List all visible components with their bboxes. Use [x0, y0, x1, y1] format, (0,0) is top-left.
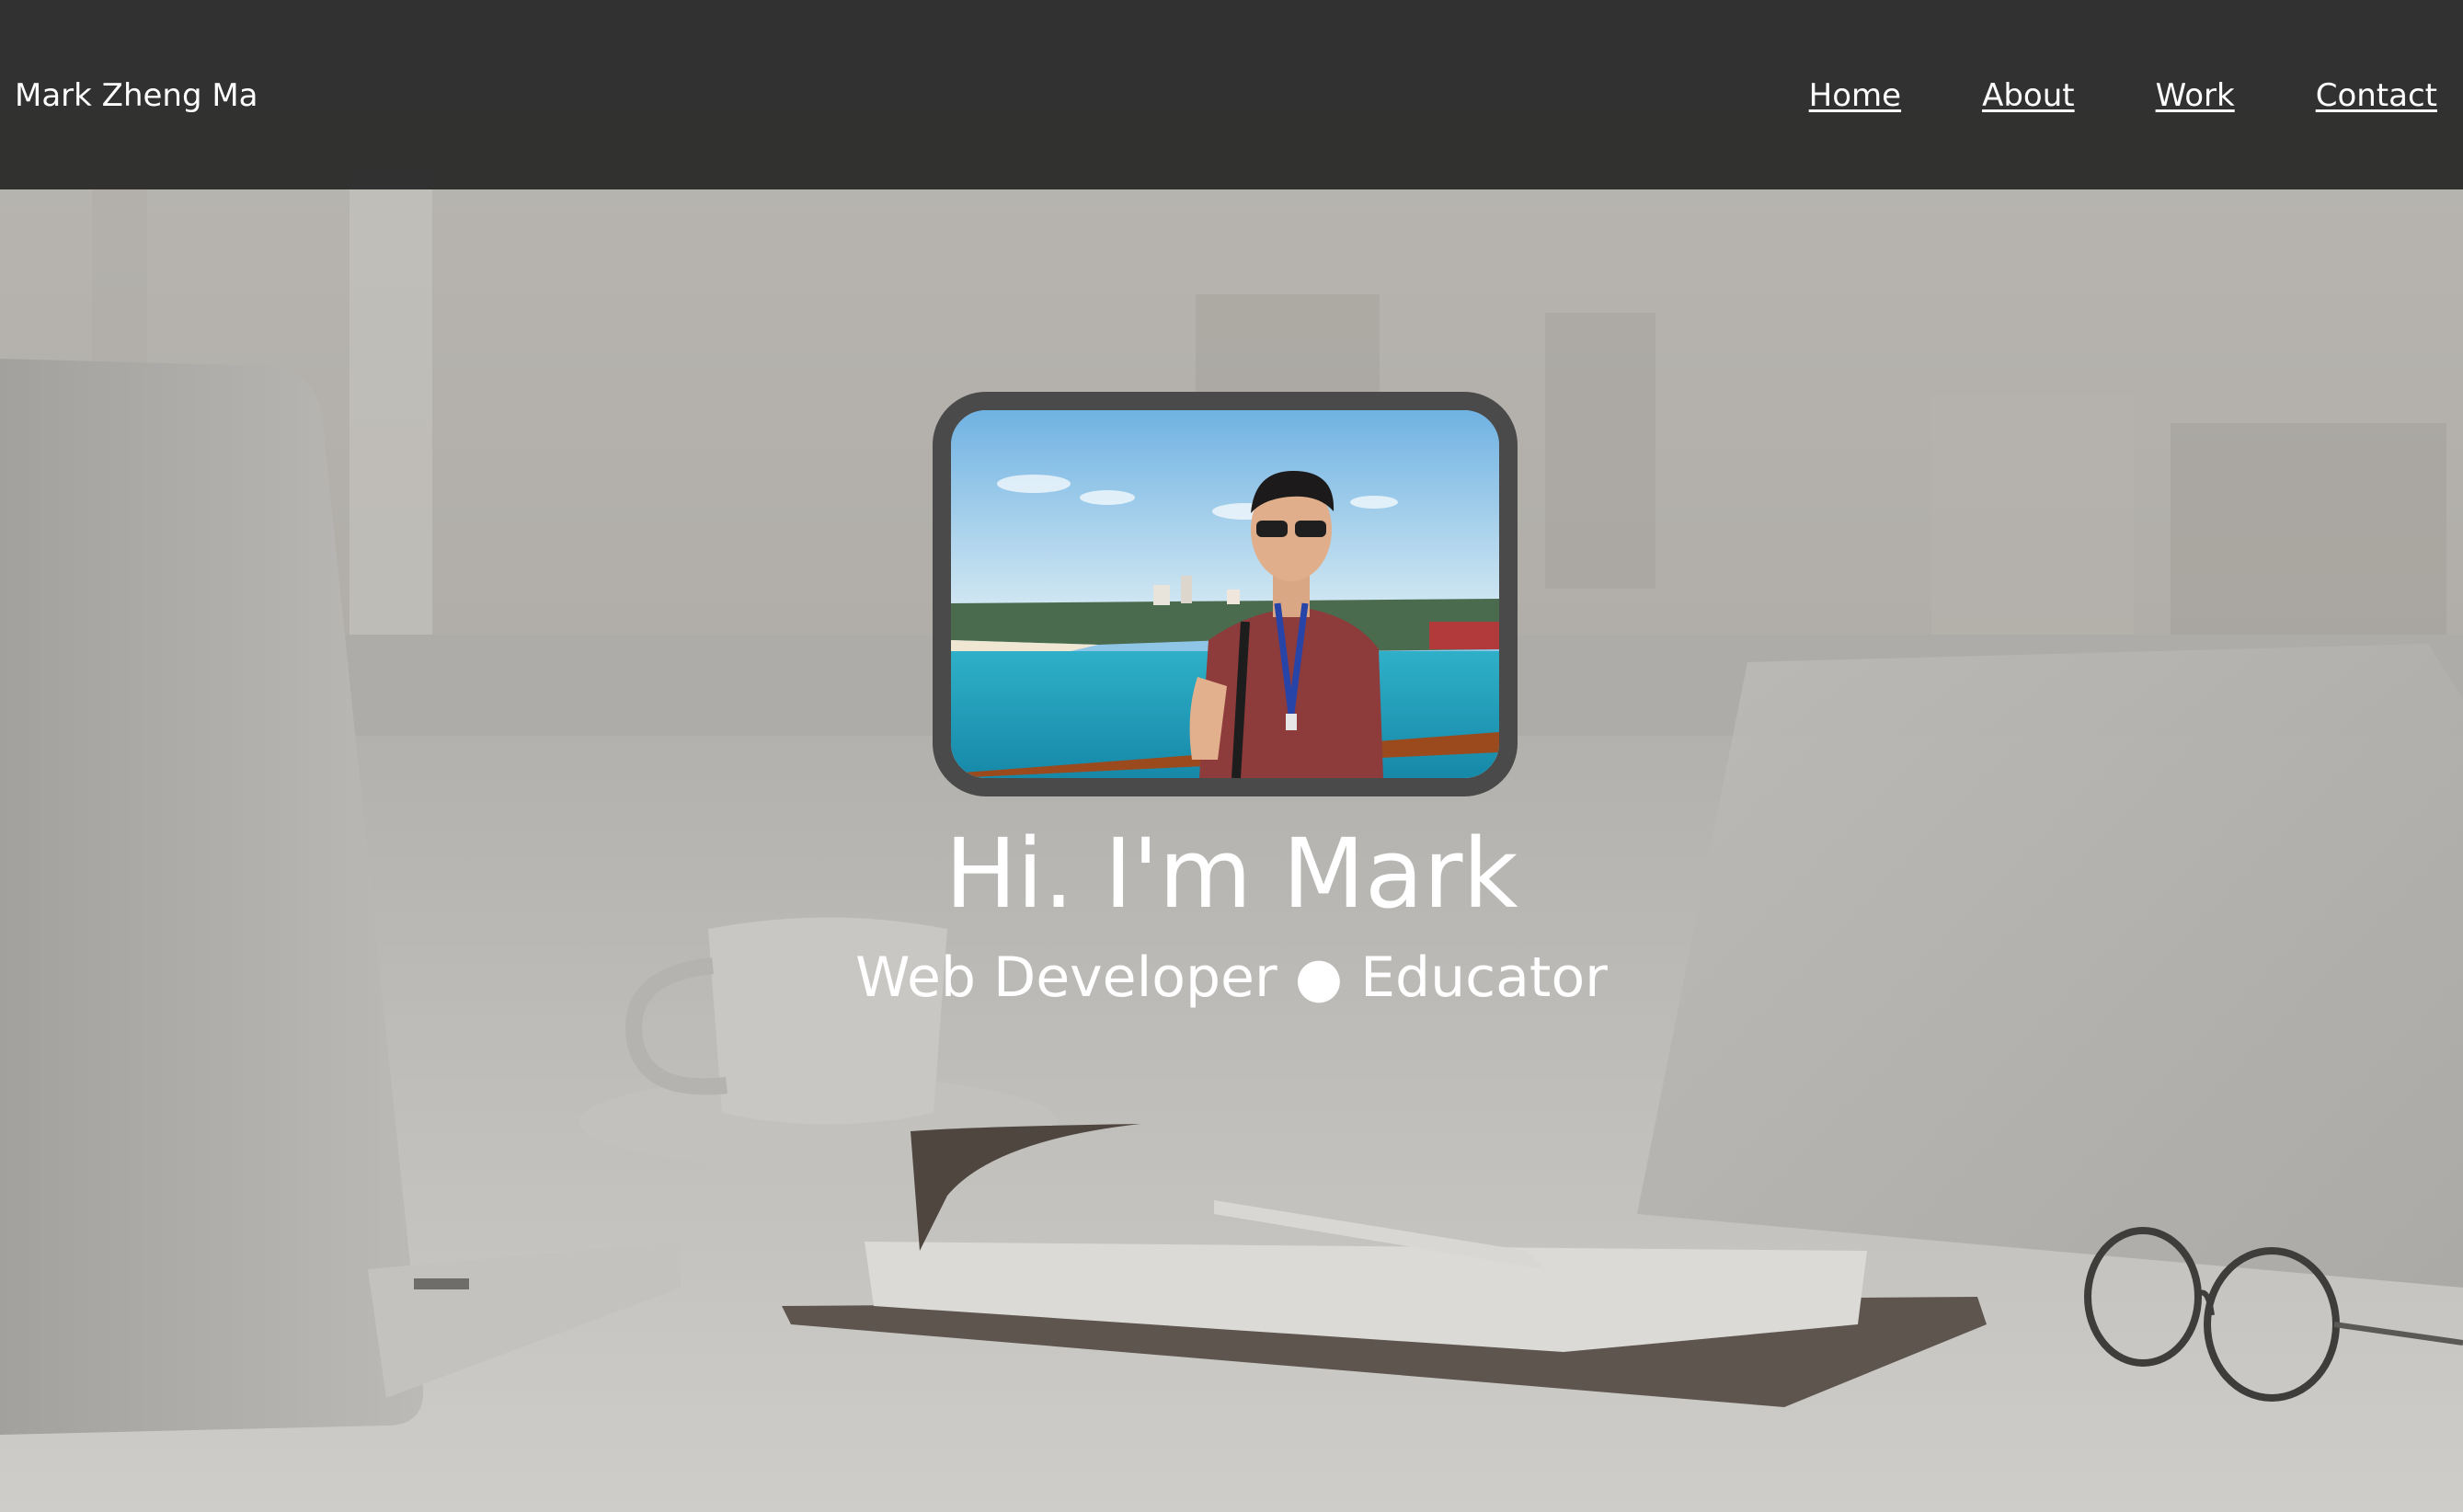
nav-link-contact[interactable]: Contact: [2316, 77, 2437, 114]
nav-link-home[interactable]: Home: [1809, 77, 1901, 114]
main-nav: Home About Work Contact: [1809, 77, 2437, 114]
nav-link-about[interactable]: About: [1982, 77, 2075, 114]
site-brand-link[interactable]: Mark Zheng Ma: [15, 77, 258, 114]
hero-subtitle: Web Developer ● Educator: [855, 945, 1608, 1010]
site-header: Mark Zheng Ma Home About Work Contact: [0, 0, 2463, 189]
profile-photo: [933, 392, 1518, 796]
nav-link-work[interactable]: Work: [2156, 77, 2235, 114]
hero-title: Hi. I'm Mark: [945, 818, 1518, 930]
